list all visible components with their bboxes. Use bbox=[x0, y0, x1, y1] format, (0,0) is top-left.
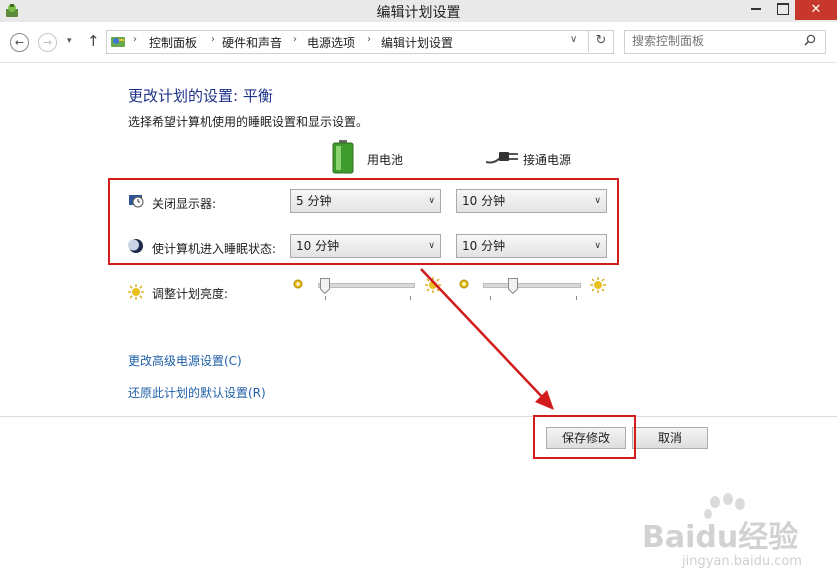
watermark-url: jingyan.baidu.com bbox=[682, 554, 802, 569]
baidu-jingyan-watermark: Baidu经验 jingyan.baidu.com bbox=[642, 490, 832, 580]
watermark-brand: Baidu经验 bbox=[642, 520, 799, 555]
